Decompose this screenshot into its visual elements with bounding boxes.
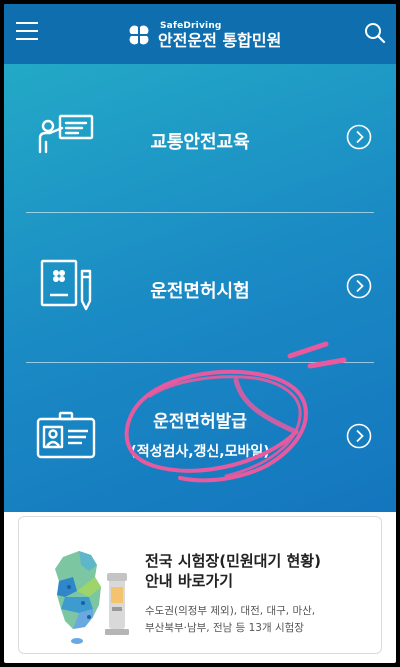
search-icon[interactable] bbox=[364, 22, 386, 44]
korea-map-icon bbox=[55, 551, 129, 644]
top-app-bar: SafeDriving 안전운전 통합민원 bbox=[4, 4, 396, 64]
card-title-line2: 안내 바로가기 bbox=[145, 572, 234, 590]
menu-label: 운전면허발급 bbox=[153, 412, 247, 432]
menu-item-traffic-safety-education[interactable]: 교통안전교육 bbox=[4, 64, 396, 212]
kiosk-icon bbox=[105, 573, 129, 635]
chevron-right-circle-icon bbox=[346, 423, 372, 449]
logo-title: 안전운전 통합민원 bbox=[158, 30, 282, 50]
menu-label: 운전면허시험 bbox=[150, 281, 250, 302]
menu-sublabel: (적성검사,갱신,모바일) bbox=[130, 444, 270, 460]
app-screen: SafeDriving 안전운전 통합민원 교통안전교육 운전면허시험 운전면허… bbox=[4, 4, 396, 663]
card-title-line1: 전국 시험장(민원대기 현황) bbox=[145, 552, 321, 570]
logo-subtitle: SafeDriving bbox=[160, 20, 222, 31]
card-description: 수도권(의정부 제외), 대전, 대구, 마산, 부산북부·남부, 전남 등 1… bbox=[145, 603, 315, 637]
card-title: 전국 시험장(민원대기 현황) 안내 바로가기 bbox=[145, 551, 321, 591]
card-desc-line1: 수도권(의정부 제외), 대전, 대구, 마산, bbox=[145, 605, 316, 617]
hamburger-menu-icon[interactable] bbox=[16, 22, 38, 42]
chevron-right-circle-icon bbox=[346, 124, 372, 150]
menu-label: 교통안전교육 bbox=[150, 132, 250, 153]
menu-item-driver-license-test[interactable]: 운전면허시험 bbox=[4, 213, 396, 361]
service-menu: 교통안전교육 운전면허시험 운전면허발급 (적성검사,갱신,모바일) bbox=[4, 64, 396, 512]
card-desc-line2: 부산북부·남부, 전남 등 13개 시험장 bbox=[145, 622, 304, 634]
clover-logo-icon bbox=[129, 25, 149, 45]
menu-item-driver-license-issuance[interactable]: 운전면허발급 (적성검사,갱신,모바일) bbox=[4, 363, 396, 512]
exam-center-status-card[interactable]: 전국 시험장(민원대기 현황) 안내 바로가기 수도권(의정부 제외), 대전,… bbox=[18, 516, 382, 654]
app-logo[interactable]: SafeDriving 안전운전 통합민원 bbox=[126, 18, 281, 52]
chevron-right-circle-icon bbox=[346, 273, 372, 299]
